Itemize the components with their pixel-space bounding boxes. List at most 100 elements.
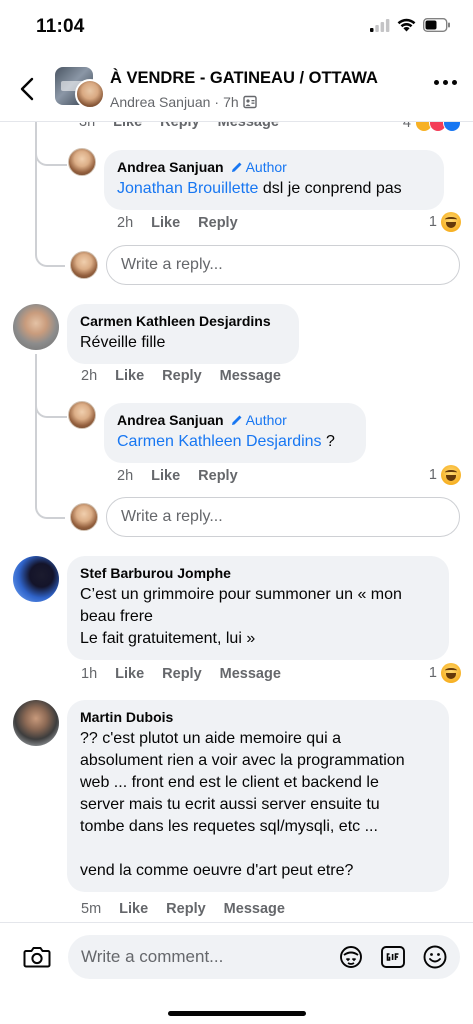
- reaction-count[interactable]: 1: [429, 212, 461, 232]
- reply-input[interactable]: Write a reply...: [106, 245, 460, 285]
- emoji-icon[interactable]: [422, 944, 448, 970]
- comment-input-placeholder: Write a comment...: [81, 947, 224, 966]
- comment-time: 2h: [117, 215, 134, 231]
- thread-connector: [35, 222, 65, 267]
- like-button[interactable]: Like: [119, 901, 148, 917]
- mention-link[interactable]: Jonathan Brouillette: [117, 180, 258, 197]
- thread-connector: [35, 474, 65, 519]
- comment-author[interactable]: Stef Barburou Jomphe: [80, 565, 436, 581]
- back-button[interactable]: [14, 76, 40, 102]
- post-author[interactable]: Andrea Sanjuan: [110, 94, 210, 110]
- avatar[interactable]: [13, 556, 59, 602]
- reply-button[interactable]: Reply: [162, 368, 202, 384]
- like-button[interactable]: Like: [151, 468, 180, 484]
- comment-bubble: Carmen Kathleen Desjardins Réveille fill…: [67, 304, 299, 364]
- camera-button[interactable]: [22, 942, 52, 972]
- thread-connector: [35, 122, 67, 166]
- message-button[interactable]: Message: [220, 368, 281, 384]
- avatar[interactable]: [68, 401, 96, 429]
- signal-icon: [370, 18, 390, 32]
- reaction-count[interactable]: 4: [403, 122, 461, 132]
- author-badge-label: Author: [245, 412, 287, 428]
- comment-bubble: Andrea Sanjuan Author Jonathan Brouillet…: [104, 150, 444, 210]
- status-icons: [370, 18, 451, 32]
- reaction-count-value: 4: [402, 122, 411, 131]
- comment-actions: 2h Like Reply: [117, 468, 238, 484]
- comment-text: Carmen Kathleen Desjardins ?: [117, 431, 353, 453]
- message-button[interactable]: Message: [220, 666, 281, 682]
- message-button[interactable]: Message: [218, 122, 279, 130]
- comment-time: 2h: [117, 468, 134, 484]
- author-badge: Author: [231, 412, 287, 428]
- author-avatar: [75, 79, 105, 109]
- more-options-button[interactable]: [434, 80, 457, 85]
- reply-input[interactable]: Write a reply...: [106, 497, 460, 537]
- haha-reaction-icon: [441, 663, 461, 683]
- reply-button[interactable]: Reply: [160, 122, 200, 130]
- message-button[interactable]: Message: [224, 901, 285, 917]
- reply-button[interactable]: Reply: [162, 666, 202, 682]
- haha-reaction-icon: [441, 212, 461, 232]
- reply-button[interactable]: Reply: [198, 215, 238, 231]
- partial-comment-actions: 3h Like Reply Message: [79, 122, 279, 130]
- meta-separator: ·: [214, 94, 220, 110]
- avatar: [70, 503, 98, 531]
- like-button[interactable]: Like: [115, 666, 144, 682]
- group-member-icon: [242, 95, 257, 109]
- avatar[interactable]: [68, 148, 96, 176]
- comment-actions: 2h Like Reply: [117, 215, 238, 231]
- comment-body: dsl je conprend pas: [258, 180, 402, 197]
- comment-actions: 2h Like Reply Message: [81, 368, 281, 384]
- like-reaction-icon: [443, 122, 461, 132]
- reaction-icons: [415, 122, 461, 132]
- pencil-icon: [231, 162, 242, 172]
- reaction-count-value: 1: [428, 467, 437, 483]
- wifi-icon: [397, 18, 416, 32]
- group-thumbnail[interactable]: [55, 67, 105, 109]
- comment-body: ?: [321, 433, 335, 450]
- gif-icon[interactable]: [380, 944, 406, 970]
- comment-author[interactable]: Carmen Kathleen Desjardins: [80, 313, 286, 329]
- avatar[interactable]: [13, 304, 59, 350]
- thread-connector: [35, 354, 67, 418]
- comment-author[interactable]: Andrea Sanjuan: [117, 412, 224, 428]
- haha-reaction-icon: [441, 465, 461, 485]
- more-icon: [434, 80, 439, 85]
- mention-link[interactable]: Carmen Kathleen Desjardins: [117, 433, 322, 450]
- camera-icon: [23, 947, 51, 968]
- avatar[interactable]: [13, 700, 59, 746]
- comment-author[interactable]: Andrea Sanjuan: [117, 159, 224, 175]
- status-bar: 11:04: [0, 0, 473, 56]
- comment-input[interactable]: Write a comment...: [68, 935, 460, 979]
- comment-time: 2h: [81, 368, 98, 384]
- reaction-count-value: 1: [428, 214, 437, 230]
- comment-author-row: Andrea Sanjuan Author: [117, 412, 353, 428]
- reaction-count[interactable]: 1: [429, 465, 461, 485]
- comment-text: C’est un grimmoire pour summoner un « mo…: [80, 586, 402, 647]
- like-button[interactable]: Like: [151, 215, 180, 231]
- comment-time: 5m: [81, 901, 102, 917]
- like-button[interactable]: Like: [113, 122, 142, 130]
- group-title[interactable]: À VENDRE - GATINEAU / OTTAWA: [110, 69, 378, 88]
- reaction-count-value: 1: [428, 665, 437, 681]
- comment-author[interactable]: Martin Dubois: [80, 709, 436, 725]
- comment-actions: 5m Like Reply Message: [81, 901, 285, 917]
- comment-bubble: Stef Barburou Jomphe C’est un grimmoire …: [67, 556, 449, 660]
- comment-composer: Write a comment...: [0, 922, 473, 1024]
- avatar-sticker-icon[interactable]: [338, 944, 364, 970]
- comments-list[interactable]: 3h Like Reply Message 4 Andrea Sanjuan A…: [0, 122, 473, 922]
- home-indicator: [168, 1011, 306, 1016]
- comment-bubble: Martin Dubois ?? c'est plutot un aide me…: [67, 700, 449, 892]
- battery-icon: [423, 18, 450, 32]
- status-time: 11:04: [36, 16, 85, 37]
- reply-button[interactable]: Reply: [166, 901, 206, 917]
- post-header: À VENDRE - GATINEAU / OTTAWA Andrea Sanj…: [0, 56, 473, 122]
- comment-bubble: Andrea Sanjuan Author Carmen Kathleen De…: [104, 403, 366, 463]
- post-meta: Andrea Sanjuan · 7h: [110, 94, 257, 110]
- comment-author-row: Andrea Sanjuan Author: [117, 159, 431, 175]
- reaction-count[interactable]: 1: [429, 663, 461, 683]
- comment-actions: 1h Like Reply Message: [81, 666, 281, 682]
- like-button[interactable]: Like: [115, 368, 144, 384]
- comment-text: Réveille fille: [80, 334, 166, 351]
- reply-button[interactable]: Reply: [198, 468, 238, 484]
